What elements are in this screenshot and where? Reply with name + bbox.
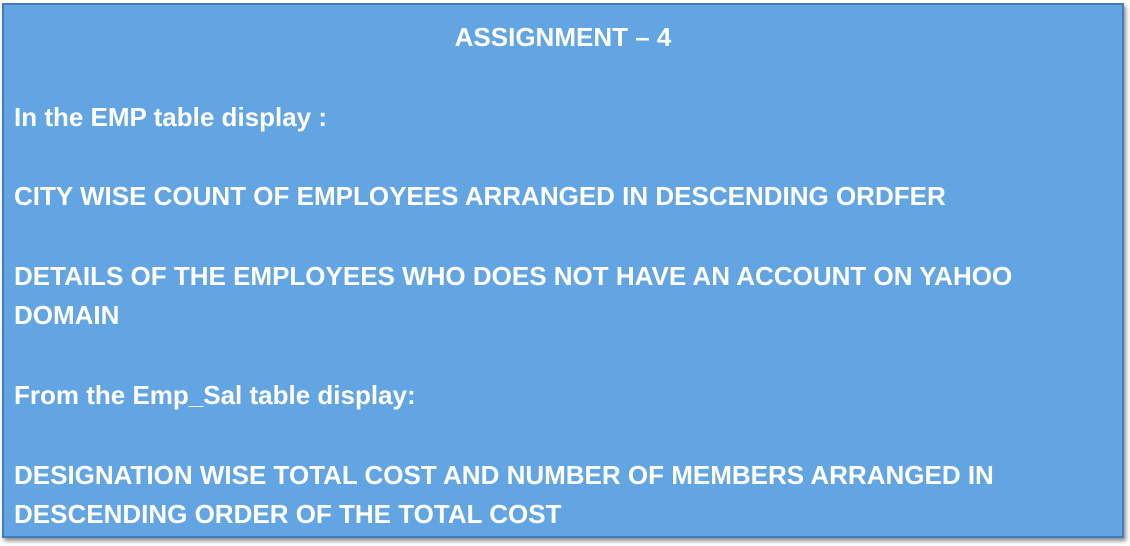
assignment-box: ASSIGNMENT – 4 In the EMP table display … — [2, 3, 1124, 538]
assignment-title: ASSIGNMENT – 4 — [454, 22, 672, 52]
emp-sal-table-heading: From the Emp_Sal table display: — [14, 380, 416, 410]
emp-table-heading: In the EMP table display : — [14, 102, 328, 132]
task-city-wise-count: CITY WISE COUNT OF EMPLOYEES ARRANGED IN… — [14, 181, 946, 211]
task-non-yahoo-employees: DETAILS OF THE EMPLOYEES WHO DOES NOT HA… — [14, 261, 1013, 330]
task-designation-total-cost: DESIGNATION WISE TOTAL COST AND NUMBER O… — [14, 460, 994, 529]
